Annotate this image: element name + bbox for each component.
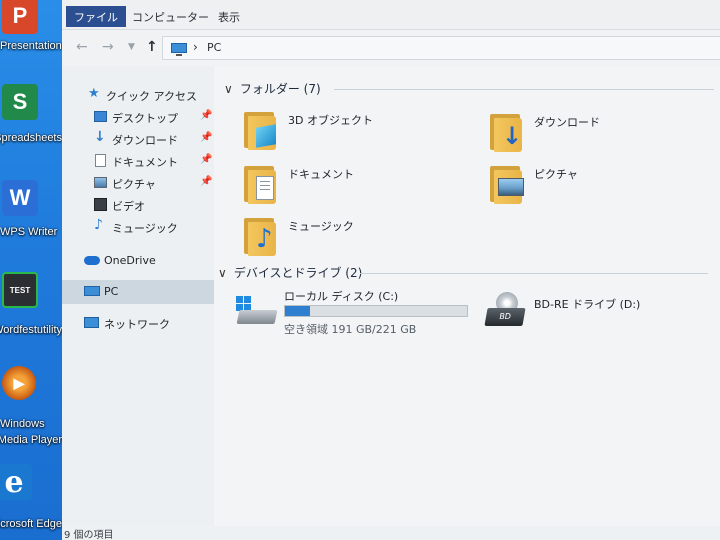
sidebar-item-pictures[interactable]: ピクチャ 📌 — [62, 172, 214, 194]
folder-music[interactable]: ♪ ミュージック — [242, 214, 472, 264]
video-icon — [94, 198, 107, 211]
network-icon — [84, 317, 99, 328]
pictures-icon — [94, 177, 107, 188]
forward-arrow-icon[interactable]: → — [102, 39, 114, 55]
test-tool-icon: TEST — [2, 272, 38, 308]
folder-documents[interactable]: ドキュメント — [242, 162, 472, 212]
folder-pictures[interactable]: ピクチャ — [488, 162, 718, 212]
pin-icon[interactable]: 📌 — [200, 176, 212, 187]
media-player-icon: ▶ — [2, 366, 36, 400]
item-count: 9 個の項目 — [64, 530, 114, 540]
download-arrow-icon: ↓ — [94, 129, 106, 145]
storage-usage-bar — [284, 305, 468, 317]
pin-icon[interactable]: 📌 — [200, 154, 212, 165]
navigation-pane: ★ クイック アクセス デスクトップ 📌 ↓ ダウンロード 📌 ドキュメント 📌… — [62, 66, 214, 540]
edge-icon: e — [0, 464, 32, 500]
pictures-folder-icon — [488, 162, 526, 206]
drive-d[interactable]: BD BD-RE ドライブ (D:) — [484, 292, 704, 342]
sidebar-item-downloads[interactable]: ↓ ダウンロード 📌 — [62, 128, 214, 150]
music-folder-icon: ♪ — [242, 214, 280, 258]
pin-icon[interactable]: 📌 — [200, 110, 212, 121]
folders-group-header[interactable]: ∨ フォルダー (7) — [224, 80, 714, 98]
sidebar-item-music[interactable]: ♪ ミュージック — [62, 216, 214, 238]
wps-writer-icon: W — [2, 180, 38, 216]
3d-objects-folder-icon — [242, 108, 280, 152]
breadcrumb-pc[interactable]: PC — [207, 41, 221, 54]
sidebar-item-onedrive[interactable]: OneDrive — [62, 250, 214, 272]
spreadsheets-icon: S — [2, 84, 38, 120]
ribbon-tabs: ファイル コンピューター 表示 — [62, 0, 720, 30]
bd-drive-icon: BD — [484, 292, 528, 332]
collapse-chevron-icon[interactable]: ∨ — [218, 266, 230, 280]
downloads-folder-icon: ↓ — [488, 110, 526, 154]
pc-icon — [171, 43, 187, 56]
folder-downloads[interactable]: ↓ ダウンロード — [488, 110, 718, 160]
desktop-folder-icon — [94, 111, 107, 122]
collapse-chevron-icon[interactable]: ∨ — [224, 82, 236, 96]
sidebar-item-quick-access[interactable]: ★ クイック アクセス — [62, 84, 214, 106]
sidebar-item-network[interactable]: ネットワーク — [62, 312, 214, 334]
star-icon: ★ — [88, 86, 100, 101]
file-explorer-window: ファイル コンピューター 表示 ← → ▼ ↑ › PC ★ クイック アクセス… — [62, 0, 720, 540]
sidebar-item-pc[interactable]: PC — [62, 280, 214, 304]
navigation-bar: ← → ▼ ↑ › PC — [62, 30, 720, 66]
documents-folder-icon — [242, 162, 280, 206]
presentation-icon: P — [2, 0, 38, 34]
hard-drive-icon — [234, 296, 278, 326]
status-bar: 9 個の項目 — [62, 526, 720, 540]
address-bar[interactable]: › PC — [162, 36, 720, 60]
breadcrumb-chevron-icon[interactable]: › — [193, 40, 198, 54]
desktop-background: P Presentation S Spreadsheets W WPS Writ… — [0, 0, 62, 540]
cloud-icon — [84, 256, 100, 265]
folder-3d-objects[interactable]: 3D オブジェクト — [242, 108, 472, 158]
document-icon — [95, 154, 106, 167]
content-pane: ∨ フォルダー (7) 3D オブジェクト ↓ ダウンロード ドキュメント ピク… — [214, 66, 720, 540]
music-note-icon: ♪ — [94, 217, 103, 233]
pin-icon[interactable]: 📌 — [200, 132, 212, 143]
devices-group-header[interactable]: ∨ デバイスとドライブ (2) — [218, 264, 708, 282]
tab-view[interactable]: 表示 — [210, 6, 248, 27]
tab-computer[interactable]: コンピューター — [124, 6, 217, 27]
sidebar-item-documents[interactable]: ドキュメント 📌 — [62, 150, 214, 172]
sidebar-item-desktop[interactable]: デスクトップ 📌 — [62, 106, 214, 128]
pc-icon — [84, 286, 100, 296]
up-arrow-icon[interactable]: ↑ — [146, 39, 158, 55]
back-arrow-icon[interactable]: ← — [76, 39, 88, 55]
recent-locations-chevron-icon[interactable]: ▼ — [128, 42, 135, 52]
tab-file[interactable]: ファイル — [66, 6, 126, 27]
sidebar-item-videos[interactable]: ビデオ — [62, 194, 214, 216]
drive-c[interactable]: ローカル ディスク (C:) 空き領域 191 GB/221 GB — [234, 288, 474, 338]
